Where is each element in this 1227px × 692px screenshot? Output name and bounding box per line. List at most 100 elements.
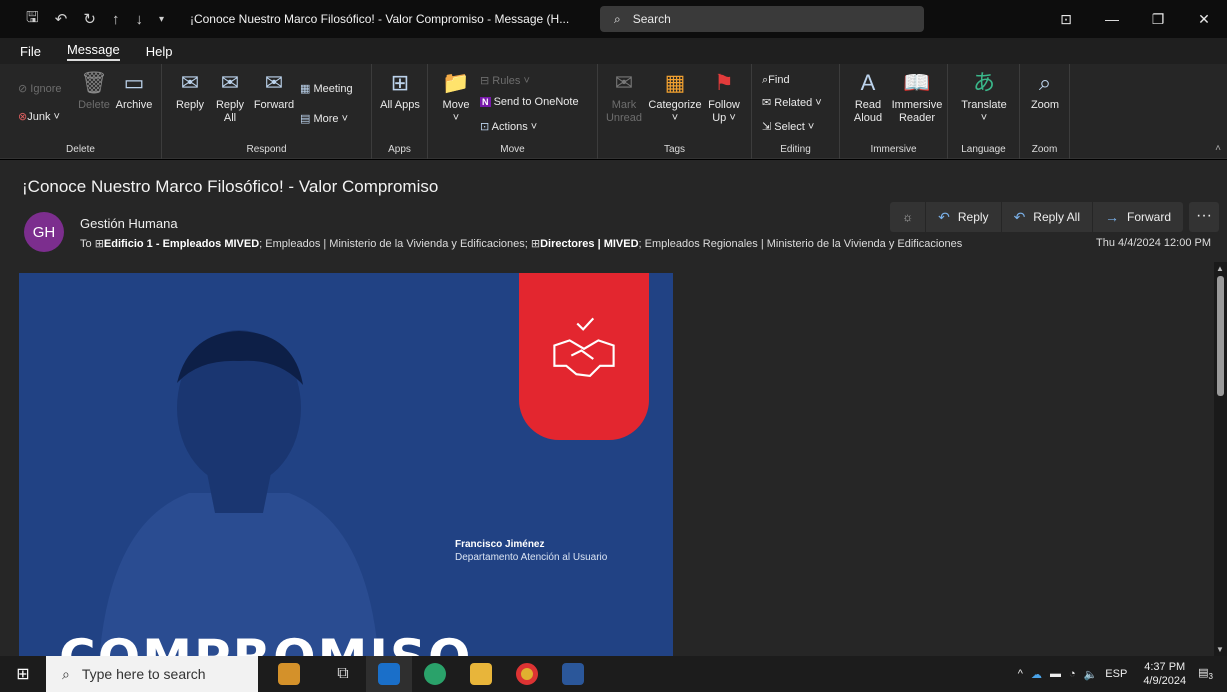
more-button[interactable]: ▤ More ˅ [300, 112, 348, 125]
forward-button[interactable]: ✉ Forward [252, 70, 296, 112]
mark-unread-button[interactable]: ✉ Mark Unread [604, 70, 644, 125]
volume-icon[interactable]: 🔈 [1084, 668, 1098, 681]
archive-button[interactable]: ▭ Archive [112, 70, 156, 112]
clock[interactable]: 4:37 PM 4/9/2024 [1143, 660, 1186, 688]
group-respond: ✉ Reply ✉ Reply All ✉ Forward ▦ Meeting ▤ M… [162, 64, 372, 159]
sender-name[interactable]: Gestión Humana [80, 216, 178, 231]
forward-icon: ✉ [264, 70, 284, 95]
recipient[interactable]: Directores | MIVED [540, 238, 638, 250]
scroll-down-icon[interactable]: ▼ [1216, 645, 1224, 654]
outlook-icon [378, 663, 400, 685]
undo-icon[interactable]: ↶ [55, 10, 68, 28]
actions-button[interactable]: ⊡ Actions ˅ [480, 120, 537, 133]
immersive-reader-icon: 📖 [903, 70, 931, 95]
input-language[interactable]: ESP [1105, 668, 1127, 680]
taskbar-app-word[interactable] [550, 656, 596, 692]
group-immersive: A Read Aloud 📖 Immersive Reader Immersive [840, 64, 948, 159]
all-apps-button[interactable]: ⊞ All Apps [380, 70, 420, 112]
customize-toolbar-icon[interactable]: ▾ [159, 14, 164, 25]
taskbar-search[interactable]: ⌕ Type here to search [46, 656, 258, 692]
taskbar-app-edge[interactable] [412, 656, 458, 692]
group-label: Respond [246, 144, 287, 155]
collapse-ribbon-icon[interactable]: ˄ [1215, 143, 1221, 154]
vertical-scrollbar[interactable]: ▲ ▼ [1214, 262, 1227, 656]
down-arrow-icon[interactable]: ↓ [135, 11, 143, 28]
tab-file[interactable]: File [20, 44, 41, 59]
taskbar-task-view[interactable]: ⧉ [320, 656, 366, 692]
show-hidden-icons-icon[interactable]: ^ [1018, 668, 1023, 680]
reply-button[interactable]: ✉ Reply [170, 70, 210, 112]
recipient[interactable]: Empleados Regionales | Ministerio de la … [645, 238, 963, 250]
move-button[interactable]: 📁 Move ˅ [436, 70, 476, 125]
recipient[interactable]: Empleados | Ministerio de la Vivienda y … [265, 238, 528, 250]
forward-icon: → [1104, 209, 1119, 225]
start-button[interactable]: ⊞ [0, 664, 46, 684]
redo-icon[interactable]: ↻ [83, 10, 96, 28]
apps-grid-icon: ⊞ [390, 70, 410, 95]
notification-count: 3 [1208, 672, 1213, 682]
avatar[interactable]: GH [24, 212, 64, 252]
tab-help[interactable]: Help [146, 44, 173, 59]
save-icon[interactable]: 🖫 [26, 7, 39, 32]
expand-group-icon[interactable]: ⊞ [95, 238, 104, 250]
minimize-button[interactable]: — [1089, 11, 1135, 27]
zoom-button[interactable]: ⌕ Zoom [1024, 70, 1066, 112]
delete-button[interactable]: 🗑 Delete [76, 70, 112, 112]
translate-button[interactable]: あ Translate ˅ [954, 70, 1014, 125]
group-label: Delete [66, 144, 95, 155]
recipient[interactable]: Edificio 1 - Empleados MIVED [104, 238, 259, 250]
flag-icon: ⚑ [714, 70, 734, 95]
more-options-button[interactable]: ··· [1189, 202, 1219, 232]
select-button[interactable]: ⇲ Select ˅ [762, 120, 814, 133]
reply-all-button[interactable]: ✉ Reply All [210, 70, 250, 125]
related-button[interactable]: ✉ Related ˅ [762, 96, 822, 109]
wifi-icon[interactable]: ◔ [1069, 668, 1076, 680]
title-bar: 🖫 ↶ ↻ ↑ ↓ ▾ ¡Conoce Nuestro Marco Filosó… [0, 0, 1227, 38]
search-box[interactable]: ⌕ Search [600, 6, 924, 32]
folder-icon [470, 663, 492, 685]
taskbar-app-file-explorer[interactable] [458, 656, 504, 692]
forward-action-button[interactable]: → Forward [1091, 202, 1183, 232]
tab-message[interactable]: Message [66, 42, 120, 61]
reply-action-button[interactable]: ↶ Reply [925, 202, 1000, 232]
follow-up-button[interactable]: ⚑ Follow Up ˅ [704, 70, 744, 125]
related-icon: ✉ [762, 97, 775, 109]
group-zoom: ⌕ Zoom Zoom [1020, 64, 1070, 159]
junk-button[interactable]: ⊗Junk ˅ [18, 110, 60, 123]
expand-group-icon[interactable]: ⊞ [531, 238, 540, 250]
categorize-button[interactable]: ▦ Categorize ˅ [646, 70, 704, 125]
message-subject: ¡Conoce Nuestro Marco Filosófico! - Valo… [22, 177, 439, 196]
ribbon-display-icon[interactable]: ⊡ [1043, 11, 1089, 28]
battery-icon[interactable]: ▬ [1050, 668, 1061, 680]
notification-center-icon[interactable]: ▤3 [1198, 666, 1213, 681]
ribbon: ⊘ Ignore ⊗Junk ˅ 🗑 Delete ▭ Archive Delete… [0, 64, 1227, 159]
ellipsis-icon: ··· [1196, 207, 1212, 224]
sun-icon-button[interactable]: ☼ [890, 202, 925, 232]
group-label: Apps [388, 144, 411, 155]
person-photo [99, 330, 379, 656]
cursor-icon: ⇲ [762, 121, 775, 133]
taskbar-app-chrome[interactable] [504, 656, 550, 692]
taskbar-app-outlook[interactable] [366, 656, 412, 692]
group-delete: ⊘ Ignore ⊗Junk ˅ 🗑 Delete ▭ Archive Delete [0, 64, 162, 159]
reply-all-action-button[interactable]: ↶ Reply All [1000, 202, 1092, 232]
rules-button[interactable]: ⊟ Rules ˅ [480, 74, 530, 87]
taskbar-search-placeholder: Type here to search [81, 666, 206, 682]
person-name: Francisco Jiménez [455, 539, 545, 550]
scroll-up-icon[interactable]: ▲ [1216, 264, 1224, 273]
read-aloud-button[interactable]: A Read Aloud [848, 70, 888, 125]
scrollbar-thumb[interactable] [1217, 276, 1224, 396]
quick-access-toolbar: 🖫 ↶ ↻ ↑ ↓ ▾ [0, 7, 164, 32]
restore-button[interactable]: ❐ [1135, 11, 1181, 28]
up-arrow-icon[interactable]: ↑ [112, 11, 120, 28]
send-to-onenote-button[interactable]: N Send to OneNote [480, 96, 579, 108]
onedrive-icon[interactable]: ☁ [1031, 668, 1042, 681]
taskbar-app-briefcase[interactable] [258, 656, 320, 692]
find-button[interactable]: ⌕Find [762, 74, 790, 87]
close-button[interactable]: ✕ [1181, 11, 1227, 28]
junk-icon: ⊗ [18, 111, 28, 123]
meeting-button[interactable]: ▦ Meeting [300, 82, 353, 95]
immersive-reader-button[interactable]: 📖 Immersive Reader [888, 70, 946, 125]
group-label: Tags [663, 144, 686, 155]
ignore-button[interactable]: ⊘ Ignore [18, 82, 61, 95]
